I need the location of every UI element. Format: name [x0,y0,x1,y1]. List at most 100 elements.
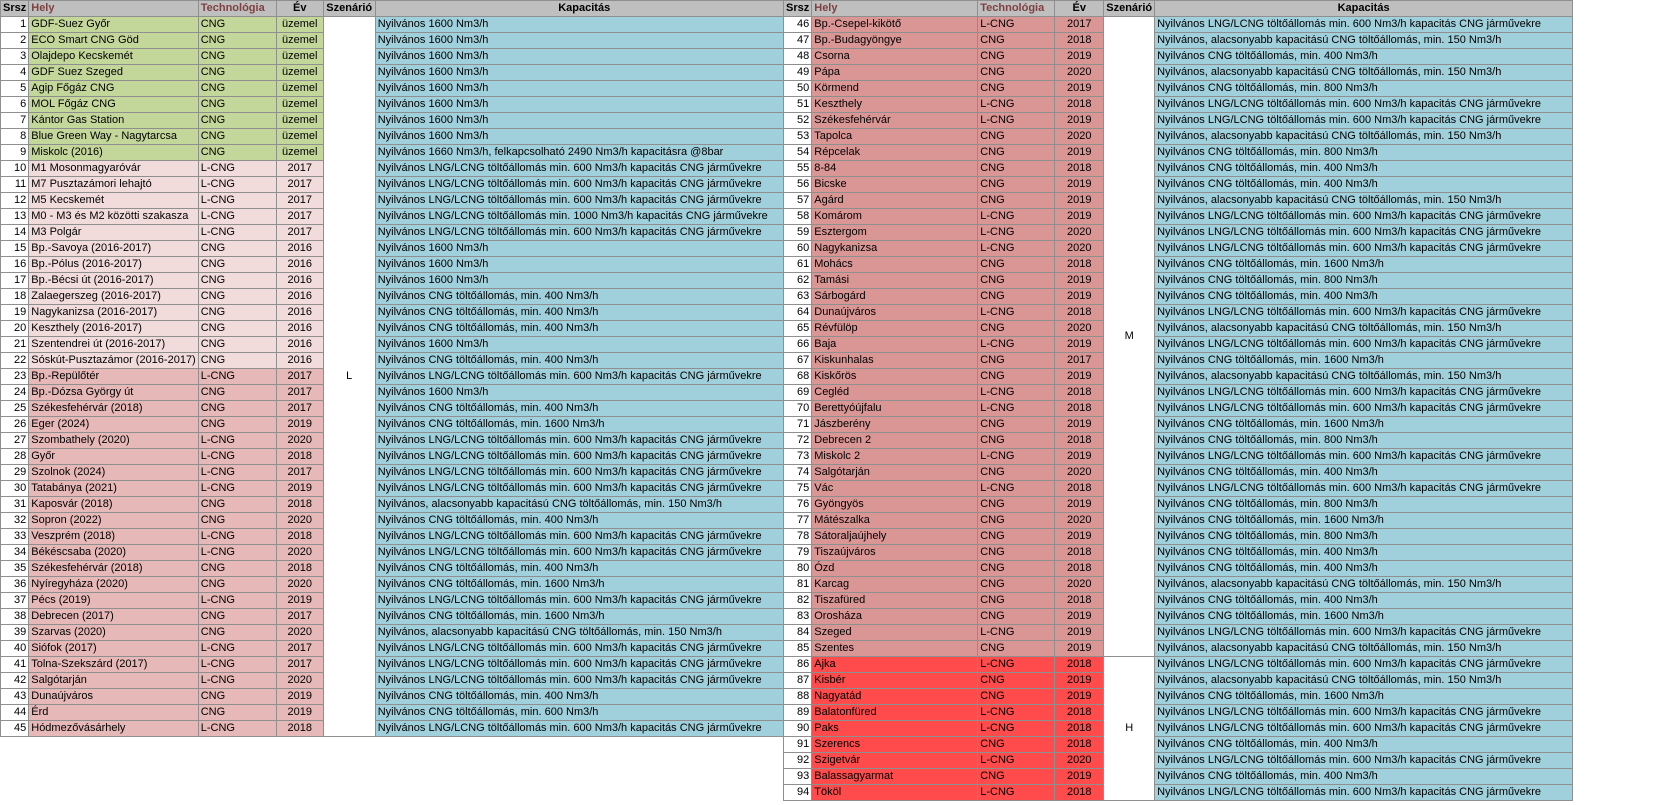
technology-cell[interactable]: CNG [197,48,277,65]
technology-cell[interactable]: CNG [197,240,277,257]
capacity-cell[interactable]: Nyilvános 1600 Nm3/h [374,384,794,401]
capacity-cell[interactable]: Nyilvános LNG/LCNG töltőállomás min. 600… [1154,384,1574,401]
capacity-cell[interactable]: Nyilvános CNG töltőállomás, min. 400 Nm3… [1154,160,1574,177]
technology-cell[interactable]: CNG [977,64,1056,81]
location-cell[interactable]: Körmend [811,80,979,97]
year-cell[interactable]: 2019 [1054,112,1105,129]
year-cell[interactable]: üzemel [275,32,324,49]
location-cell[interactable]: Zalaegerszeg (2016-2017) [28,288,199,305]
location-cell[interactable]: Pápa [811,64,979,81]
technology-cell[interactable]: CNG [977,688,1056,705]
capacity-cell[interactable]: Nyilvános, alacsonyabb kapacitású CNG tö… [1154,192,1574,209]
year-cell[interactable]: 2019 [1054,528,1105,545]
year-cell[interactable]: 2017 [1054,352,1105,369]
row-number-cell[interactable]: 54 [782,144,813,161]
technology-cell[interactable]: L-CNG [197,640,277,657]
row-number-cell[interactable]: 12 [0,192,30,209]
location-cell[interactable]: Cegléd [811,384,979,401]
year-cell[interactable]: 2020 [1054,128,1105,145]
capacity-cell[interactable]: Nyilvános LNG/LCNG töltőállomás min. 600… [1154,208,1574,225]
row-number-cell[interactable]: 82 [782,592,813,609]
year-cell[interactable]: 2019 [1054,416,1105,433]
capacity-cell[interactable]: Nyilvános LNG/LCNG töltőállomás min. 600… [374,176,794,193]
technology-cell[interactable]: CNG [977,368,1056,385]
technology-cell[interactable]: L-CNG [977,336,1056,353]
year-cell[interactable]: 2020 [275,672,324,689]
capacity-cell[interactable]: Nyilvános CNG töltőállomás, min. 400 Nm3… [1154,48,1574,65]
technology-cell[interactable]: CNG [197,352,277,369]
capacity-cell[interactable]: Nyilvános CNG töltőállomás, min. 1600 Nm… [1154,688,1574,705]
technology-cell[interactable]: L-CNG [197,432,277,449]
capacity-cell[interactable]: Nyilvános LNG/LCNG töltőállomás min. 600… [1154,16,1574,33]
location-cell[interactable]: M3 Polgár [28,224,199,241]
technology-cell[interactable]: CNG [197,416,277,433]
capacity-cell[interactable]: Nyilvános CNG töltőállomás, min. 1600 Nm… [1154,352,1574,369]
year-cell[interactable]: 2016 [275,336,324,353]
row-number-cell[interactable]: 41 [0,656,30,673]
capacity-cell[interactable]: Nyilvános 1660 Nm3/h, felkapcsolható 249… [374,144,794,161]
technology-cell[interactable]: CNG [197,576,277,593]
year-cell[interactable]: 2019 [275,480,324,497]
technology-cell[interactable]: L-CNG [977,240,1056,257]
location-cell[interactable]: Hódmezővásárhely [28,720,199,737]
row-number-cell[interactable]: 88 [782,688,813,705]
technology-cell[interactable]: CNG [977,544,1056,561]
row-number-cell[interactable]: 48 [782,48,813,65]
technology-cell[interactable]: CNG [197,384,277,401]
year-cell[interactable]: 2018 [275,448,324,465]
technology-cell[interactable]: CNG [197,128,277,145]
header-ev[interactable]: Év [1054,0,1105,17]
year-cell[interactable]: 2018 [1054,432,1105,449]
year-cell[interactable]: 2017 [275,368,324,385]
technology-cell[interactable]: CNG [977,496,1056,513]
capacity-cell[interactable]: Nyilvános CNG töltőállomás, min. 1600 Nm… [374,608,794,625]
location-cell[interactable]: Répcelak [811,144,979,161]
capacity-cell[interactable]: Nyilvános LNG/LCNG töltőállomás min. 600… [1154,96,1574,113]
row-number-cell[interactable]: 49 [782,64,813,81]
header-srsz[interactable]: Srsz [0,0,30,17]
location-cell[interactable]: Balassagyarmat [811,768,979,785]
technology-cell[interactable]: L-CNG [977,208,1056,225]
location-cell[interactable]: Szombathely (2020) [28,432,199,449]
capacity-cell[interactable]: Nyilvános CNG töltőállomás, min. 400 Nm3… [1154,176,1574,193]
capacity-cell[interactable]: Nyilvános LNG/LCNG töltőállomás min. 600… [1154,624,1574,641]
capacity-cell[interactable]: Nyilvános, alacsonyabb kapacitású CNG tö… [374,624,794,641]
capacity-cell[interactable]: Nyilvános LNG/LCNG töltőállomás min. 600… [1154,224,1574,241]
year-cell[interactable]: 2016 [275,320,324,337]
row-number-cell[interactable]: 8 [0,128,30,145]
row-number-cell[interactable]: 80 [782,560,813,577]
capacity-cell[interactable]: Nyilvános 1600 Nm3/h [374,96,794,113]
capacity-cell[interactable]: Nyilvános CNG töltőállomás, min. 800 Nm3… [1154,432,1574,449]
technology-cell[interactable]: CNG [197,272,277,289]
technology-cell[interactable]: CNG [197,80,277,97]
capacity-cell[interactable]: Nyilvános LNG/LCNG töltőállomás min. 600… [374,528,794,545]
capacity-cell[interactable]: Nyilvános CNG töltőállomás, min. 1600 Nm… [1154,416,1574,433]
location-cell[interactable]: Szentendrei út (2016-2017) [28,336,199,353]
location-cell[interactable]: Eger (2024) [28,416,199,433]
row-number-cell[interactable]: 68 [782,368,813,385]
year-cell[interactable]: 2016 [275,352,324,369]
location-cell[interactable]: ECO Smart CNG Göd [28,32,199,49]
capacity-cell[interactable]: Nyilvános CNG töltőállomás, min. 400 Nm3… [1154,464,1574,481]
year-cell[interactable]: 2019 [1054,768,1105,785]
header-ev[interactable]: Év [275,0,324,17]
location-cell[interactable]: Esztergom [811,224,979,241]
row-number-cell[interactable]: 44 [0,704,30,721]
capacity-cell[interactable]: Nyilvános 1600 Nm3/h [374,112,794,129]
row-number-cell[interactable]: 76 [782,496,813,513]
year-cell[interactable]: 2017 [275,176,324,193]
row-number-cell[interactable]: 87 [782,672,813,689]
capacity-cell[interactable]: Nyilvános, alacsonyabb kapacitású CNG tö… [1154,32,1574,49]
row-number-cell[interactable]: 70 [782,400,813,417]
year-cell[interactable]: 2019 [1054,192,1105,209]
year-cell[interactable]: 2019 [1054,208,1105,225]
technology-cell[interactable]: CNG [197,624,277,641]
technology-cell[interactable]: L-CNG [977,224,1056,241]
capacity-cell[interactable]: Nyilvános CNG töltőállomás, min. 1600 Nm… [374,416,794,433]
capacity-cell[interactable]: Nyilvános, alacsonyabb kapacitású CNG tö… [1154,576,1574,593]
location-cell[interactable]: Miskolc (2016) [28,144,199,161]
row-number-cell[interactable]: 78 [782,528,813,545]
row-number-cell[interactable]: 36 [0,576,30,593]
location-cell[interactable]: Bp.-Repülőtér [28,368,199,385]
technology-cell[interactable]: L-CNG [977,384,1056,401]
